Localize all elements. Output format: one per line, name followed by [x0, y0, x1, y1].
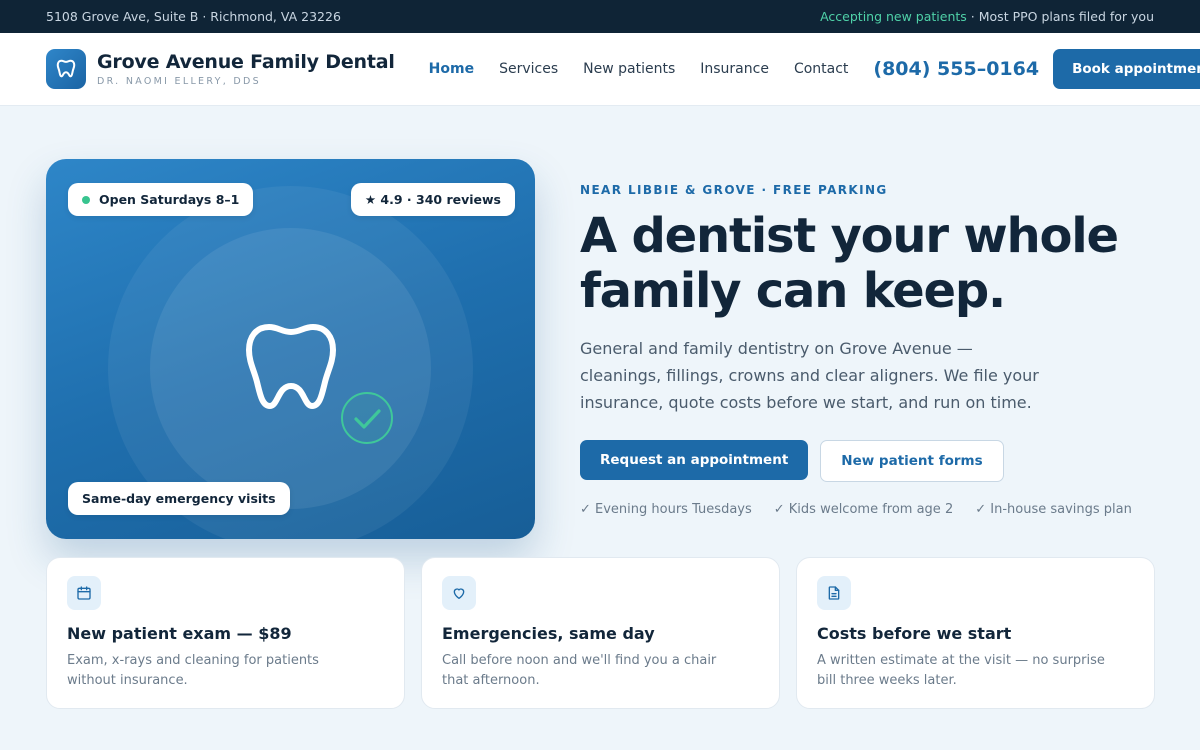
brand-logo-link[interactable]: Grove Avenue Family Dental DR. NAOMI ELL… — [46, 49, 395, 89]
headline-line-1: A dentist your whole — [580, 208, 1119, 264]
feature-card-new-patient-exam: New patient exam — $89 Exam, x-rays and … — [46, 557, 405, 709]
tooth-icon — [46, 49, 86, 89]
nav-insurance[interactable]: Insurance — [700, 61, 769, 77]
emergency-text: Same-day emergency visits — [82, 491, 276, 506]
feature-description: Exam, x-rays and cleaning for patients w… — [67, 653, 319, 688]
hero-illustration-card: Open Saturdays 8–1 ★ 4.9 · 340 reviews S… — [46, 159, 535, 539]
nav-services[interactable]: Services — [499, 61, 558, 77]
ppo-plans-text: · Most PPO plans filed for you — [970, 9, 1154, 24]
feature-description: A written estimate at the visit — no sur… — [817, 653, 1105, 688]
address-text: 5108 Grove Ave, Suite B · Richmond, VA 2… — [46, 9, 341, 24]
perks-list: ✓ Evening hours Tuesdays ✓ Kids welcome … — [580, 502, 1160, 517]
open-saturdays-text: Open Saturdays 8–1 — [99, 192, 240, 207]
feature-card-costs: Costs before we start A written estimate… — [796, 557, 1155, 709]
document-icon — [817, 576, 851, 610]
calendar-icon — [67, 576, 101, 610]
feature-cards: New patient exam — $89 Exam, x-rays and … — [46, 557, 1155, 709]
tooth-illustration-icon — [246, 324, 336, 409]
new-patient-forms-button[interactable]: New patient forms — [820, 440, 1004, 482]
rating-text: ★ 4.9 · 340 reviews — [364, 192, 501, 207]
hero-headline: A dentist your whole family can keep. — [580, 209, 1160, 319]
hero-description: General and family dentistry on Grove Av… — [580, 339, 1039, 412]
book-appointment-button[interactable]: Book appointment — [1053, 49, 1200, 89]
nav-home[interactable]: Home — [429, 61, 474, 77]
top-info-bar: 5108 Grove Ave, Suite B · Richmond, VA 2… — [0, 0, 1200, 33]
feature-description: Call before noon and we'll find you a ch… — [442, 653, 717, 688]
feature-title: New patient exam — $89 — [67, 624, 292, 643]
nav-new-patients[interactable]: New patients — [583, 61, 675, 77]
nav-contact[interactable]: Contact — [794, 61, 848, 77]
feature-card-emergencies: Emergencies, same day Call before noon a… — [421, 557, 780, 709]
feature-title: Costs before we start — [817, 624, 1012, 643]
hero-cta-row: Request an appointment New patient forms — [580, 440, 1160, 482]
emergency-badge: Same-day emergency visits — [68, 482, 290, 515]
check-circle-icon — [341, 392, 393, 444]
rating-badge: ★ 4.9 · 340 reviews — [350, 183, 515, 216]
top-bar-notice: Accepting new patients · Most PPO plans … — [820, 9, 1154, 24]
accepting-patients-text: Accepting new patients — [820, 9, 967, 24]
request-appointment-button[interactable]: Request an appointment — [580, 440, 809, 480]
perk-item: ✓ Kids welcome from age 2 — [773, 502, 954, 517]
hero-copy: NEAR LIBBIE & GROVE · FREE PARKING A den… — [580, 183, 1160, 517]
heart-icon — [442, 576, 476, 610]
perk-item: ✓ Evening hours Tuesdays — [580, 502, 752, 517]
status-dot-icon — [82, 195, 90, 204]
brand-subtitle: DR. NAOMI ELLERY, DDS — [97, 76, 261, 87]
hero-section: Open Saturdays 8–1 ★ 4.9 · 340 reviews S… — [0, 106, 1200, 557]
hero-eyebrow: NEAR LIBBIE & GROVE · FREE PARKING — [580, 183, 888, 197]
brand-name: Grove Avenue Family Dental — [97, 51, 395, 73]
perk-item: ✓ In-house savings plan — [975, 502, 1132, 517]
phone-link[interactable]: (804) 555–0164 — [873, 58, 1039, 80]
main-nav: Home Services New patients Insurance Con… — [429, 61, 874, 77]
headline-line-2: family can keep. — [580, 263, 1006, 319]
open-saturdays-badge: Open Saturdays 8–1 — [68, 183, 254, 216]
site-header: Grove Avenue Family Dental DR. NAOMI ELL… — [0, 33, 1200, 106]
feature-title: Emergencies, same day — [442, 624, 655, 643]
